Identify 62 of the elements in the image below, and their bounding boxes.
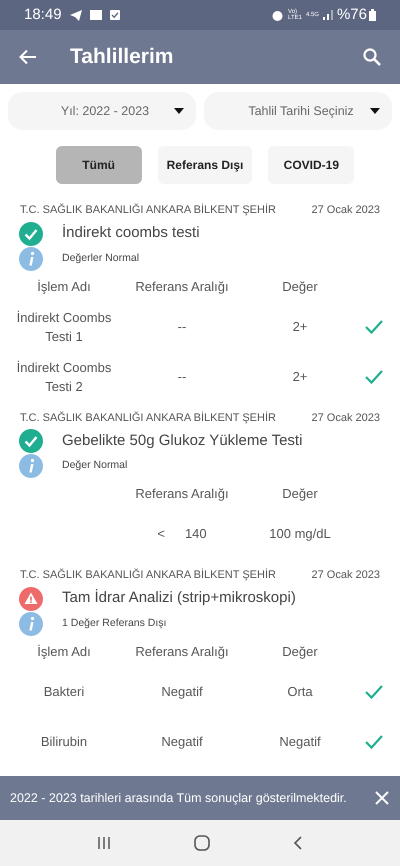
test-title: İndirekt coombs testi: [62, 223, 200, 244]
signal-icon: [322, 10, 333, 20]
column-header: Referans Aralığı: [135, 278, 229, 294]
filter-tab[interactable]: COVID-19: [268, 146, 354, 184]
column-header: İşlem Adı: [37, 278, 91, 294]
battery-level: %76: [336, 4, 367, 25]
table-cell-text: --: [178, 368, 186, 386]
search-button[interactable]: [362, 47, 382, 67]
caret-icon: [174, 108, 184, 114]
table-cell: Bilirubin: [40, 734, 88, 749]
info-icon: [19, 454, 43, 478]
status-time: 18:49: [24, 4, 62, 25]
info-icon: [19, 246, 43, 270]
column-header: Değer: [282, 486, 318, 502]
column-header: Referans Aralığı: [135, 486, 229, 502]
table-cell-text: 140: [184, 525, 207, 544]
test-title: Gebelikte 50g Glukoz Yükleme Testi: [62, 430, 302, 451]
table-cell-text: Negatif: [161, 732, 203, 751]
column-header: Değer: [282, 278, 318, 294]
table-cell: Negatif: [279, 734, 321, 749]
table-cell: İndirekt Coombs Testi 2: [16, 360, 112, 394]
filter-tab[interactable]: Referans Dışı: [158, 146, 252, 184]
table-cell: 2+: [292, 368, 308, 384]
table-cell: 2+: [292, 318, 308, 334]
send-icon: [70, 10, 82, 20]
check-circle-icon: [19, 429, 43, 453]
table-cell: Bakteri: [44, 684, 84, 699]
page-title: Tahlillerim: [70, 44, 174, 70]
back-nav-button[interactable]: [292, 835, 304, 851]
table-cell: 100 mg/dL: [269, 526, 331, 542]
filter-tab[interactable]: Tümü: [56, 146, 142, 184]
result-date: 27 Ocak 2023: [312, 410, 380, 426]
hospital-name: T.C. SAĞLIK BAKANLIĞI ANKARA BİLKENT ŞEHİR: [20, 568, 276, 583]
home-button[interactable]: [192, 834, 211, 852]
hospital-name: T.C. SAĞLIK BAKANLIĞI ANKARA BİLKENT ŞEHİR: [20, 202, 276, 218]
table-cell-text: Negatif: [161, 682, 203, 701]
column-header: İşlem Adı: [37, 644, 91, 659]
result-summary: Değer Normal: [62, 458, 128, 474]
warning-circle-icon: [19, 586, 43, 610]
table-cell: İndirekt Coombs Testi 1: [16, 310, 112, 344]
back-button[interactable]: [18, 47, 38, 67]
column-header: Değer: [282, 644, 318, 659]
table-cell-text: <: [157, 525, 165, 544]
checkbox-icon: [110, 10, 120, 20]
snackbar-message: 2022 - 2023 tarihleri arasında Tüm sonuçlar gösterilmektedir.: [10, 790, 348, 807]
info-icon: [19, 612, 43, 636]
close-button[interactable]: [374, 790, 390, 806]
column-header: Referans Aralığı: [135, 644, 229, 659]
result-summary: Değerler Normal: [62, 250, 140, 266]
hospital-name: T.C. SAĞLIK BAKANLIĞI ANKARA BİLKENT ŞEHİR: [20, 410, 276, 426]
test-title: Tam İdrar Analizi (strip+mikroskopi): [62, 588, 296, 608]
table-cell-text: --: [178, 318, 186, 336]
result-date: 27 Ocak 2023: [312, 203, 380, 218]
dropdown-field[interactable]: Tahlil Tarihi Seçiniz: [204, 92, 392, 130]
check-circle-icon: [19, 222, 43, 246]
result-summary: 1 Değer Referans Dışı: [62, 616, 166, 631]
result-date: 27 Ocak 2023: [312, 568, 380, 583]
caret-icon: [370, 108, 380, 114]
table-cell: Orta: [287, 684, 313, 699]
battery-icon: [369, 9, 376, 21]
recent-apps-button[interactable]: [96, 835, 112, 851]
dropdown-field[interactable]: Yıl: 2022 - 2023: [8, 92, 196, 130]
